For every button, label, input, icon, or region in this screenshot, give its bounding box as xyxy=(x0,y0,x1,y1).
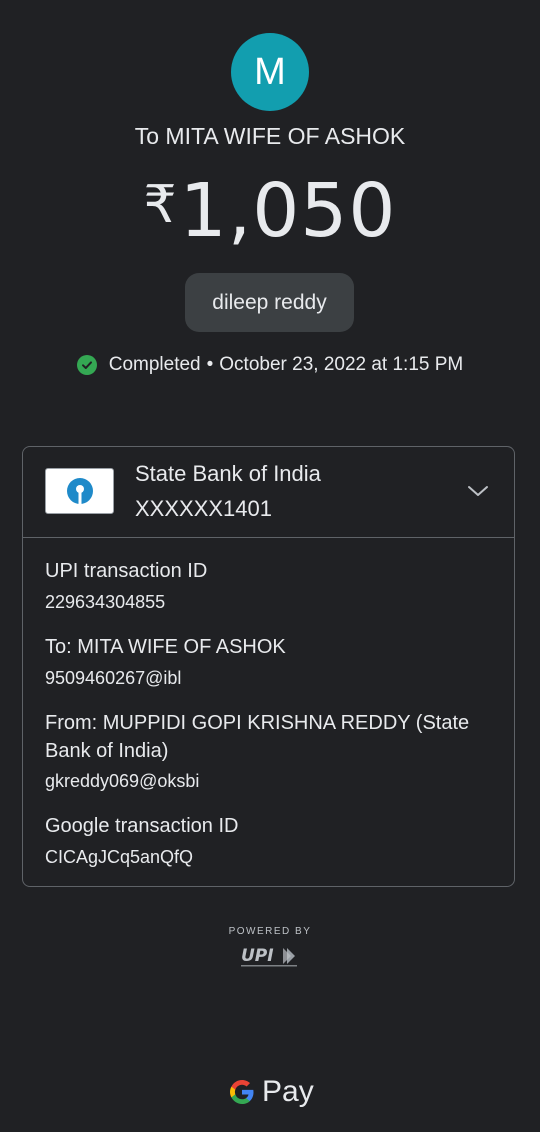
from-upi-id[interactable]: gkreddy069@oksbi xyxy=(45,771,199,792)
transaction-details-card: State Bank of India XXXXXX1401 UPI trans… xyxy=(22,446,515,887)
to-label: To: MITA WIFE OF ASHOK xyxy=(45,636,286,658)
bank-account-row[interactable]: State Bank of India XXXXXX1401 xyxy=(23,447,514,538)
powered-by-label: POWERED BY xyxy=(228,926,312,937)
status-separator: • xyxy=(206,354,214,375)
from-label: From: MUPPIDI GOPI KRISHNA REDDY (State … xyxy=(45,712,470,762)
google-transaction-id-value[interactable]: CICAgJCq5anQfQ xyxy=(45,847,193,868)
google-pay-text: Pay xyxy=(262,1075,314,1108)
recipient-title: To MITA WIFE OF ASHOK xyxy=(134,123,406,149)
payment-note: dileep reddy xyxy=(185,273,354,332)
avatar: M xyxy=(231,33,309,111)
upi-transaction-id-label: UPI transaction ID xyxy=(45,560,208,582)
payment-note-text: dileep reddy xyxy=(212,290,327,314)
google-g-icon xyxy=(230,1080,254,1104)
chevron-down-icon[interactable] xyxy=(466,479,490,503)
upi-transaction-id-value[interactable]: 229634304855 xyxy=(45,592,165,613)
to-upi-id[interactable]: 9509460267@ibl xyxy=(45,668,181,689)
upi-logo-text: UPI xyxy=(241,946,274,966)
bank-account-number: XXXXXX1401 xyxy=(135,496,272,521)
upi-logo-icon: UPI xyxy=(239,944,301,970)
currency-symbol: ₹ xyxy=(143,175,178,235)
sbi-logo-icon xyxy=(45,468,114,514)
bank-name: State Bank of India xyxy=(135,461,321,486)
google-transaction-id-label: Google transaction ID xyxy=(45,815,239,837)
amount-value: 1,050 xyxy=(179,168,397,254)
status-label: Completed xyxy=(108,354,201,375)
payment-amount: ₹1,050 xyxy=(0,168,540,254)
check-circle-icon xyxy=(76,355,97,375)
google-pay-logo: Pay xyxy=(228,1072,314,1112)
transaction-status: Completed • October 23, 2022 at 1:15 PM xyxy=(0,354,540,376)
avatar-initial: M xyxy=(254,50,286,93)
status-datetime: October 23, 2022 at 1:15 PM xyxy=(219,354,464,375)
